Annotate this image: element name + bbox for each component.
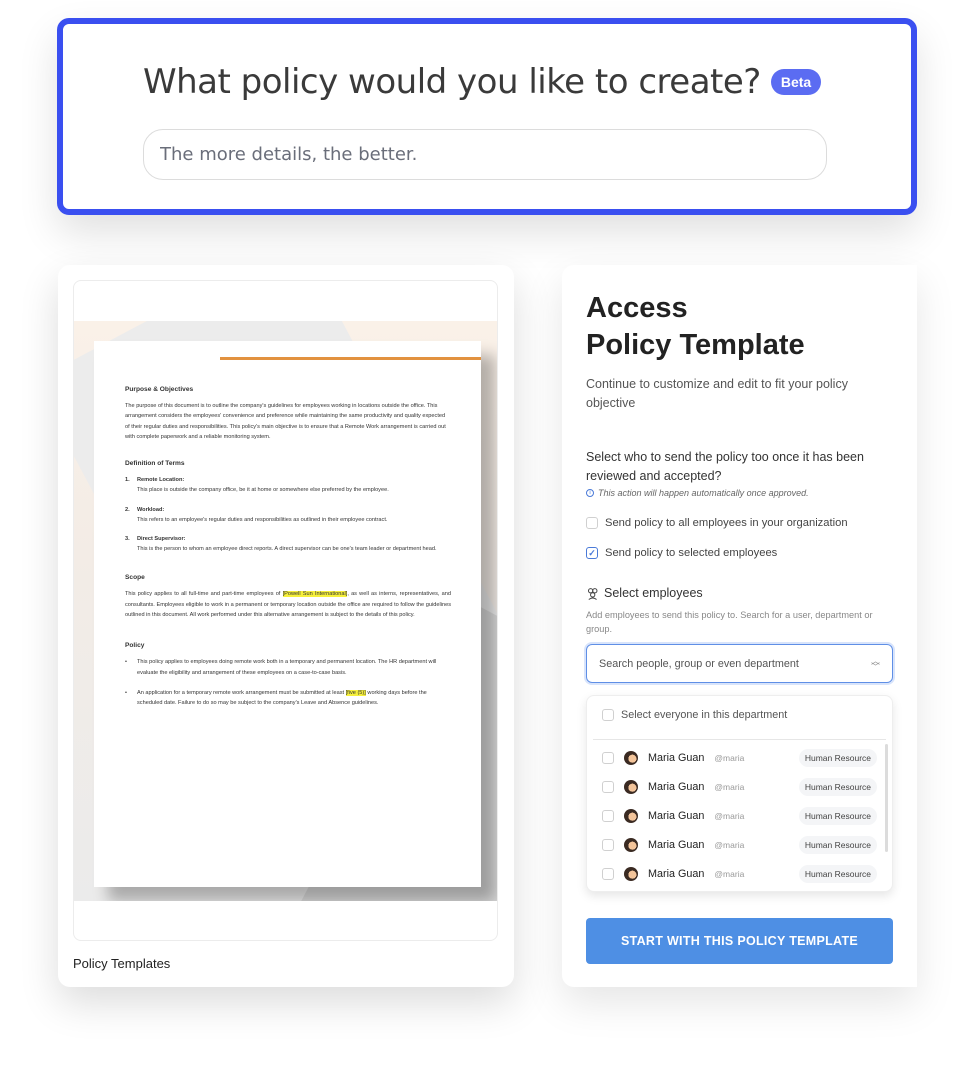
definition-text: This place is outside the company office… [137,487,389,494]
checkbox-selected-employees[interactable]: ✓ [586,547,598,559]
avatar [624,780,638,794]
department-tag: Human Resource [798,778,877,796]
doc-definition: 2. Workload: This refers to an employee's… [125,505,451,525]
doc-heading-definitions: Definition of Terms [125,460,185,468]
doc-bullet: • This policy applies to employees doing… [125,657,451,677]
bullet-dot: • [125,689,127,696]
definition-number: 1. [125,477,130,484]
department-tag: Human Resource [798,836,877,854]
policy-prompt-input[interactable] [143,129,827,180]
select-all-department[interactable]: Select everyone in this department [602,709,787,721]
doc-heading-policy: Policy [125,642,145,650]
option-selected-employees[interactable]: ✓ Send policy to selected employees [586,547,777,559]
select-employees-description: Add employees to send this policy to. Se… [586,610,873,634]
employee-name: Maria Guan [648,752,705,764]
definition-term: Direct Supervisor: [137,536,186,542]
doc-heading-purpose: Purpose & Objectives [125,386,194,393]
department-tag: Human Resource [798,865,877,883]
employee-row[interactable]: Maria Guan @maria Human Resource [602,835,877,855]
employee-name: Maria Guan [648,868,705,880]
doc-scope-text: This policy applies to all full-time and… [125,589,451,620]
avatar [624,751,638,765]
employee-handle: @maria [714,840,745,850]
option-label: Send policy to all employees in your org… [605,517,848,529]
employee-checkbox[interactable] [602,752,614,764]
highlighted-placeholder: [five (5)] [345,689,366,696]
avatar [624,809,638,823]
doc-definition: 1. Remote Location: This place is outside… [125,475,451,495]
info-icon: i [586,489,594,497]
template-preview[interactable]: Purpose & Objectives The purpose of this… [73,280,498,941]
employee-row[interactable]: Maria Guan @maria Human Resource [602,777,877,797]
employee-handle: @maria [714,782,745,792]
employee-row[interactable]: Maria Guan @maria Human Resource [602,864,877,884]
checkbox-select-all[interactable] [602,709,614,721]
search-placeholder: Search people, group or even department [599,657,799,670]
employee-name: Maria Guan [648,839,705,851]
bullet-text-part: An application for a temporary remote wo… [137,689,346,696]
policy-prompt-card: What policy would you like to create? Be… [57,18,917,215]
access-policy-panel: Access Policy Template Continue to custo… [562,265,917,987]
bullet-text: This policy applies to employees doing r… [137,659,437,676]
document-page: Purpose & Objectives The purpose of this… [94,341,481,887]
recipient-question: Select who to send the policy too once i… [586,450,864,483]
policy-template-card[interactable]: Purpose & Objectives The purpose of this… [58,265,514,987]
employee-row[interactable]: Maria Guan @maria Human Resource [602,748,877,768]
select-employees-heading: Select employees [586,586,703,600]
department-tag: Human Resource [798,807,877,825]
divider [593,739,886,740]
avatar [624,838,638,852]
scope-text: This policy applies to all full-time and… [125,591,283,598]
panel-title: Access Policy Template [586,292,805,361]
select-heading-text: Select employees [604,586,703,600]
list-scrollbar[interactable] [885,744,888,852]
chevron-updown-icon: ︿ ﹀ [870,655,880,672]
employee-checkbox[interactable] [602,868,614,880]
employee-handle: @maria [714,869,745,879]
employee-name: Maria Guan [648,781,705,793]
checkbox-all-employees[interactable] [586,517,598,529]
definition-number: 3. [125,536,130,542]
beta-badge: Beta [770,69,822,95]
definition-text: This refers to an employee's regular dut… [137,516,388,523]
definition-term: Workload: [137,506,165,513]
select-all-label: Select everyone in this department [621,709,788,721]
note-text: This action will happen automatically on… [598,488,809,498]
auto-action-note: i This action will happen automatically … [586,488,809,498]
employee-checkbox[interactable] [602,781,614,793]
highlighted-placeholder: [Powell Sun International] [282,591,348,598]
start-template-button[interactable]: START WITH THIS POLICY TEMPLATE [586,918,893,964]
option-label: Send policy to selected employees [605,547,778,559]
panel-subtitle: Continue to customize and edit to fit yo… [586,377,848,410]
prompt-title: What policy would you like to create? [143,62,761,102]
employee-checkbox[interactable] [602,810,614,822]
preview-background: Purpose & Objectives The purpose of this… [74,321,497,901]
definition-number: 2. [125,506,130,513]
template-caption: Policy Templates [73,956,171,971]
department-tag: Human Resource [798,749,877,767]
avatar [624,867,638,881]
definition-term: Remote Location: [137,477,185,484]
employee-name: Maria Guan [648,810,705,822]
employee-handle: @maria [714,753,745,763]
document-accent-line [220,357,481,360]
employee-dropdown-list: Select everyone in this department Maria… [586,695,893,892]
doc-definition: 3. Direct Supervisor: This is the person … [125,534,451,554]
option-all-employees[interactable]: Send policy to all employees in your org… [586,517,848,529]
employee-row[interactable]: Maria Guan @maria Human Resource [602,806,877,826]
employee-checkbox[interactable] [602,839,614,851]
prompt-heading: What policy would you like to create? Be… [143,62,822,102]
employee-search-select[interactable]: Search people, group or even department … [586,644,893,683]
definition-text: This is the person to whom an employee d… [137,546,437,553]
bullet-text: An application for a temporary remote wo… [137,688,451,708]
doc-purpose-text: The purpose of this document is to outli… [125,403,446,440]
employee-handle: @maria [714,811,745,821]
doc-bullet: • An application for a temporary remote … [125,688,451,708]
bullet-dot: • [125,659,127,666]
doc-heading-scope: Scope [125,574,145,582]
users-icon [587,587,598,600]
